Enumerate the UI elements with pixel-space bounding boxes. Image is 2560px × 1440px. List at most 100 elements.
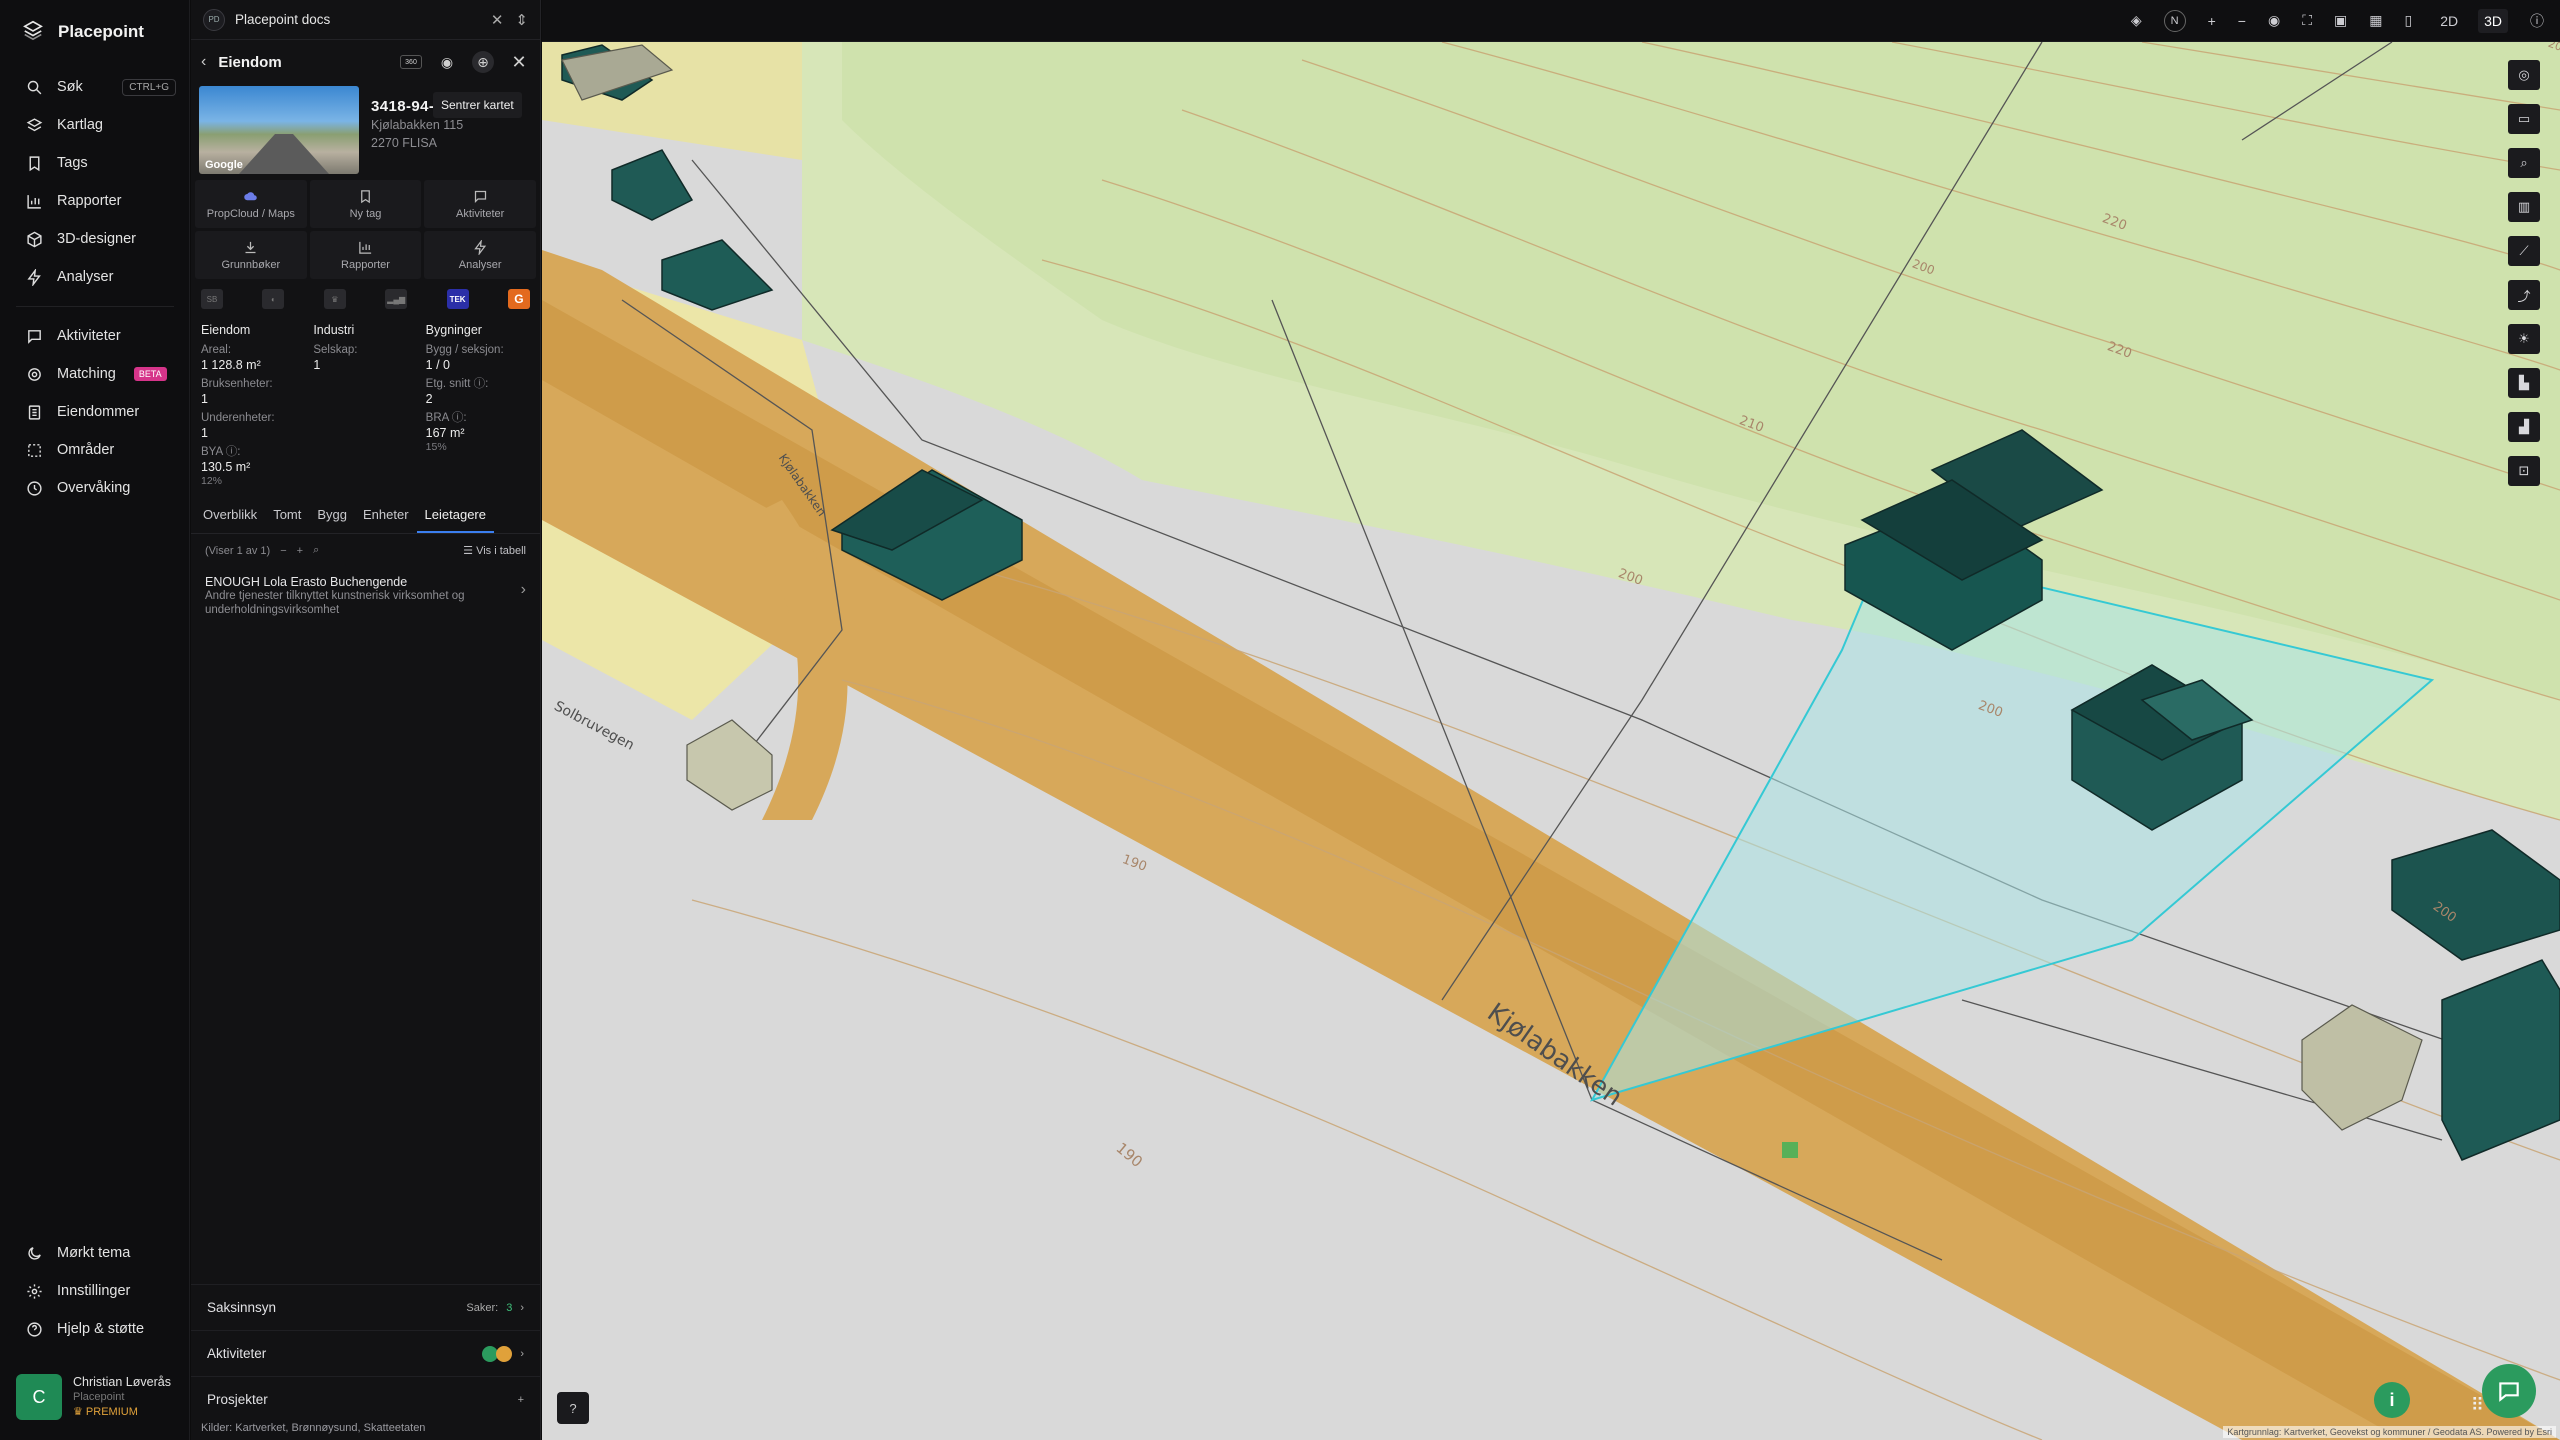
sidebar-item-monitoring[interactable]: Overvåking — [0, 469, 190, 507]
map-canvas[interactable] — [542, 0, 2560, 1440]
fact-value: 1 — [313, 358, 321, 372]
user-card[interactable]: C Christian Løverås Placepoint ♛ PREMIUM — [16, 1374, 171, 1420]
source-globe-icon[interactable]: ◐ — [262, 289, 285, 309]
mode-3d-button[interactable]: 3D — [2478, 8, 2508, 33]
search-icon[interactable]: ⌕ — [313, 544, 319, 557]
streetview-360-icon[interactable]: 360 — [400, 55, 422, 69]
view-search-icon[interactable]: ⌕ — [2508, 148, 2540, 178]
user-name: Christian Løverås — [73, 1374, 171, 1389]
sidebar-item-activities[interactable]: Aktiviteter — [0, 317, 190, 355]
source-tek-icon[interactable]: TEK — [446, 289, 469, 309]
sidebar-item-reports[interactable]: Rapporter — [0, 182, 190, 220]
sidebar-item-areas[interactable]: Områder — [0, 431, 190, 469]
activities-row[interactable]: Aktiviteter › — [191, 1330, 540, 1376]
facts-property: Eiendom Areal: 1 128.8 m² Bruksenheter: … — [201, 323, 305, 487]
sidebar-item-settings[interactable]: Innstillinger — [0, 1272, 190, 1310]
sidebar-item-tags[interactable]: Tags — [0, 144, 190, 182]
sidebar-item-analyses[interactable]: Analyser — [0, 258, 190, 296]
source-sb-icon[interactable]: SB — [201, 289, 223, 309]
workspace-bar[interactable]: PD Placepoint docs ✕ ⇕ — [191, 0, 540, 40]
user-meta: Christian Løverås Placepoint ♛ PREMIUM — [73, 1375, 171, 1420]
activities-button[interactable]: Aktiviteter — [424, 180, 536, 228]
property-street: Kjølabakken 115 — [371, 118, 464, 132]
sun-icon[interactable]: ☀ — [2508, 324, 2540, 354]
fact-columns: Eiendom Areal: 1 128.8 m² Bruksenheter: … — [191, 313, 540, 487]
stats-icon[interactable]: ▟ — [2508, 412, 2540, 442]
compass-icon[interactable]: N — [2163, 9, 2186, 32]
map-3d[interactable]: Kjølabakken Solbruvegen Kjølabakken 220 … — [542, 0, 2560, 1440]
bar-chart-icon[interactable]: ▥ — [2508, 192, 2540, 222]
info-button[interactable]: i — [2374, 1382, 2410, 1418]
land-registry-button[interactable]: Grunnbøker — [195, 231, 307, 279]
thumb-credit: Google — [205, 159, 243, 171]
profile-icon[interactable]: ⤴ — [2508, 280, 2540, 310]
back-icon[interactable]: ‹ — [201, 53, 206, 71]
new-tag-button[interactable]: Ny tag — [309, 180, 422, 228]
bookmark-icon — [29, 155, 40, 171]
layers-icon[interactable]: ◈ — [2131, 12, 2142, 29]
sidebar-item-theme[interactable]: Mørkt tema — [0, 1234, 190, 1272]
projects-row[interactable]: Prosjekter + — [191, 1376, 540, 1422]
source-g-icon[interactable]: G — [507, 289, 530, 309]
bottom-nav: Mørkt tema Innstillinger Hjelp & støtte — [0, 1234, 190, 1348]
sidebar-item-properties[interactable]: Eiendommer — [0, 393, 190, 431]
cases-row[interactable]: Saksinnsyn Saker: 3 › — [191, 1284, 540, 1330]
camera-icon[interactable]: ▣ — [2334, 12, 2347, 29]
table-view-button[interactable]: ☰ Vis i tabell — [463, 544, 526, 557]
plus-icon[interactable]: + — [297, 545, 303, 557]
search-shortcut: CTRL+G — [122, 78, 176, 96]
map-help-button[interactable]: ? — [557, 1392, 589, 1424]
grid-icon[interactable]: ▦ — [2369, 12, 2382, 29]
tab-units[interactable]: Enheter — [355, 499, 417, 533]
street-view-thumbnail[interactable]: Google — [199, 86, 359, 174]
tab-building[interactable]: Bygg — [309, 499, 355, 533]
chevron-updown-icon[interactable]: ⇕ — [515, 11, 528, 29]
data-sources-row: SB ◐ ♛ ▂▄▆ TEK G — [191, 279, 540, 313]
eye-icon[interactable]: ◉ — [436, 51, 458, 73]
chat-button[interactable] — [2482, 1364, 2536, 1418]
chart-icon — [27, 194, 41, 209]
close-icon[interactable]: ✕ — [491, 11, 504, 29]
zoom-out-button[interactable]: − — [2238, 13, 2246, 29]
chat-icon — [28, 329, 41, 344]
source-link[interactable]: Skatteetaten — [364, 1422, 426, 1434]
measure-icon[interactable]: ▭ — [2508, 104, 2540, 134]
sidebar-item-designer[interactable]: 3D-designer — [0, 220, 190, 258]
analyses-button[interactable]: Analyser — [424, 231, 536, 279]
bookmark-icon — [361, 189, 370, 203]
minus-icon[interactable]: − — [280, 545, 286, 557]
mode-2d-button[interactable]: 2D — [2434, 9, 2464, 33]
zoom-in-button[interactable]: + — [2208, 13, 2216, 29]
eye-icon[interactable]: ◉ — [2268, 12, 2280, 29]
tab-overview[interactable]: Overblikk — [195, 499, 265, 533]
tenant-toolbar: (Viser 1 av 1) − + ⌕ ☰ Vis i tabell — [191, 534, 540, 567]
source-link[interactable]: Brønnøysund, — [292, 1422, 361, 1434]
building-height-icon[interactable]: ▙ — [2508, 368, 2540, 398]
screenshot-icon[interactable]: ⊡ — [2508, 456, 2540, 486]
sidebar-item-layers[interactable]: Kartlag — [0, 106, 190, 144]
add-project-icon[interactable]: + — [518, 1394, 524, 1406]
bookmark-icon[interactable]: ▯ — [2404, 12, 2412, 29]
center-map-icon[interactable]: ⊕ — [472, 51, 494, 73]
tab-tenants[interactable]: Leietagere — [416, 499, 494, 533]
reports-button[interactable]: Rapporter — [309, 231, 422, 279]
fullscreen-icon[interactable]: ⛶ — [2302, 12, 2312, 29]
sidebar-item-search[interactable]: Søk CTRL+G — [0, 68, 190, 106]
sidebar-item-matching[interactable]: Matching BETA — [0, 355, 190, 393]
close-icon[interactable]: ✕ — [508, 51, 530, 73]
source-link[interactable]: Kartverket, — [235, 1422, 288, 1434]
source-bars-icon[interactable]: ▂▄▆ — [385, 289, 408, 309]
help-icon — [27, 1321, 42, 1337]
gear-icon — [27, 1283, 42, 1299]
propcloud-button[interactable]: PropCloud / Maps — [195, 180, 307, 228]
tab-plot[interactable]: Tomt — [265, 499, 309, 533]
sidebar-item-help[interactable]: Hjelp & støtte — [0, 1310, 190, 1348]
workspace-name: Placepoint docs — [235, 12, 331, 27]
chevron-right-icon: › — [520, 1301, 524, 1314]
info-icon[interactable]: ⓘ — [2530, 11, 2544, 31]
source-crown-icon[interactable]: ♛ — [323, 289, 346, 309]
brand[interactable]: Placepoint — [22, 20, 144, 44]
globe-layer-icon[interactable]: ◎ — [2508, 60, 2540, 90]
tenant-list-item[interactable]: ENOUGH Lola Erasto Buchengende Andre tje… — [191, 567, 540, 625]
elevation-icon[interactable]: ⟋ — [2508, 236, 2540, 266]
